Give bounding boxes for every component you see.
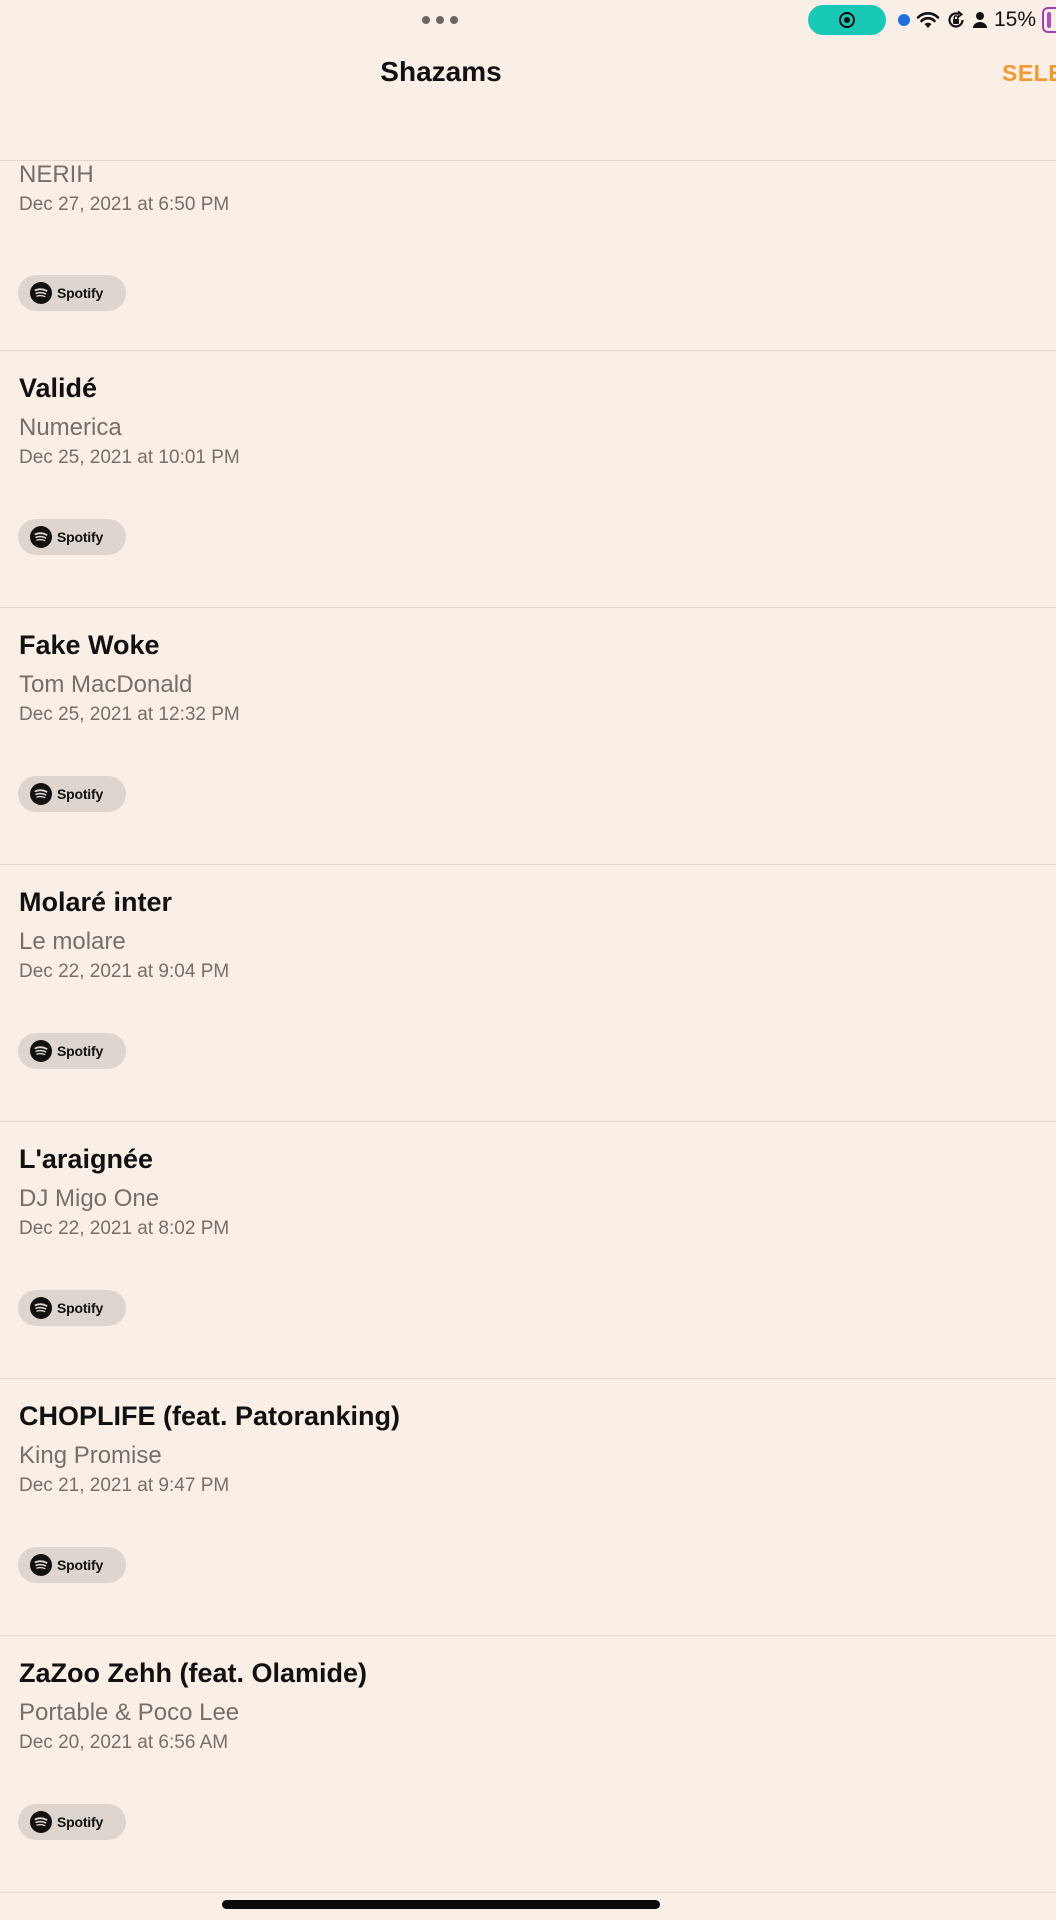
wifi-icon bbox=[916, 11, 940, 29]
shazam-list: NERIH Dec 27, 2021 at 6:50 PM Spotify Va… bbox=[0, 161, 1056, 1893]
list-item[interactable]: ZaZoo Zehh (feat. Olamide) Portable & Po… bbox=[0, 1636, 1056, 1893]
artist-name: DJ Migo One bbox=[19, 1185, 160, 1212]
screen-record-icon[interactable] bbox=[807, 5, 886, 35]
artist-name: Tom MacDonald bbox=[19, 671, 193, 698]
spotify-button[interactable]: Spotify bbox=[18, 519, 126, 555]
shazam-date: Dec 22, 2021 at 8:02 PM bbox=[19, 1218, 230, 1239]
battery-icon bbox=[1042, 7, 1056, 33]
spotify-button[interactable]: Spotify bbox=[18, 1547, 126, 1583]
spotify-label: Spotify bbox=[57, 1814, 104, 1830]
list-item[interactable]: Molaré inter Le molare Dec 22, 2021 at 9… bbox=[0, 865, 1056, 1122]
list-item[interactable]: Validé Numerica Dec 25, 2021 at 10:01 PM… bbox=[0, 351, 1056, 608]
spotify-icon bbox=[30, 1297, 52, 1319]
spotify-button[interactable]: Spotify bbox=[18, 275, 126, 311]
list-item[interactable]: Fake Woke Tom MacDonald Dec 25, 2021 at … bbox=[0, 608, 1056, 865]
spotify-icon bbox=[30, 1811, 52, 1833]
page-title: Shazams bbox=[380, 56, 502, 87]
spotify-button[interactable]: Spotify bbox=[18, 776, 126, 812]
person-icon bbox=[972, 11, 988, 29]
list-item[interactable]: CHOPLIFE (feat. Patoranking) King Promis… bbox=[0, 1379, 1056, 1636]
song-title: Validé bbox=[19, 373, 98, 403]
spotify-label: Spotify bbox=[57, 786, 104, 802]
list-item[interactable]: L'araignée DJ Migo One Dec 22, 2021 at 8… bbox=[0, 1122, 1056, 1379]
spotify-button[interactable]: Spotify bbox=[18, 1804, 126, 1840]
shazam-date: Dec 27, 2021 at 6:50 PM bbox=[19, 194, 230, 215]
artist-name: NERIH bbox=[19, 161, 94, 188]
spotify-label: Spotify bbox=[57, 285, 104, 301]
shazam-date: Dec 20, 2021 at 6:56 AM bbox=[19, 1732, 229, 1753]
status-bar: 15% bbox=[807, 4, 1056, 36]
artist-name: King Promise bbox=[19, 1442, 162, 1469]
more-dots-icon[interactable] bbox=[422, 14, 458, 26]
select-button[interactable]: SELE bbox=[1002, 60, 1056, 87]
spotify-button[interactable]: Spotify bbox=[18, 1290, 126, 1326]
shazam-date: Dec 22, 2021 at 9:04 PM bbox=[19, 961, 230, 982]
list-item[interactable]: NERIH Dec 27, 2021 at 6:50 PM Spotify bbox=[0, 161, 1056, 351]
artist-name: Numerica bbox=[19, 414, 122, 441]
spotify-icon bbox=[30, 1554, 52, 1576]
artist-name: Portable & Poco Lee bbox=[19, 1699, 240, 1726]
home-indicator[interactable] bbox=[222, 1900, 660, 1909]
spotify-label: Spotify bbox=[57, 1043, 104, 1059]
spotify-icon bbox=[30, 783, 52, 805]
shazam-date: Dec 25, 2021 at 12:32 PM bbox=[19, 704, 240, 725]
song-title: Fake Woke bbox=[19, 630, 160, 660]
spotify-icon bbox=[30, 1040, 52, 1062]
battery-percent: 15% bbox=[993, 8, 1036, 31]
spotify-button[interactable]: Spotify bbox=[18, 1033, 126, 1069]
spotify-label: Spotify bbox=[57, 1557, 104, 1573]
song-title: L'araignée bbox=[19, 1144, 153, 1174]
shazams-screen: 15% Shazams SELE NERIH Dec 27, 2021 at 6… bbox=[0, 0, 1056, 1920]
shazam-date: Dec 25, 2021 at 10:01 PM bbox=[19, 447, 240, 468]
song-title: CHOPLIFE (feat. Patoranking) bbox=[19, 1401, 401, 1431]
shazam-date: Dec 21, 2021 at 9:47 PM bbox=[19, 1475, 230, 1496]
spotify-label: Spotify bbox=[57, 529, 104, 545]
spotify-icon bbox=[30, 282, 52, 304]
location-dot-icon bbox=[897, 14, 910, 26]
spotify-icon bbox=[30, 526, 52, 548]
spotify-label: Spotify bbox=[57, 1300, 104, 1316]
artist-name: Le molare bbox=[19, 928, 126, 955]
song-title: Molaré inter bbox=[19, 887, 173, 917]
orientation-lock-icon bbox=[946, 10, 966, 30]
song-title: ZaZoo Zehh (feat. Olamide) bbox=[19, 1658, 368, 1688]
